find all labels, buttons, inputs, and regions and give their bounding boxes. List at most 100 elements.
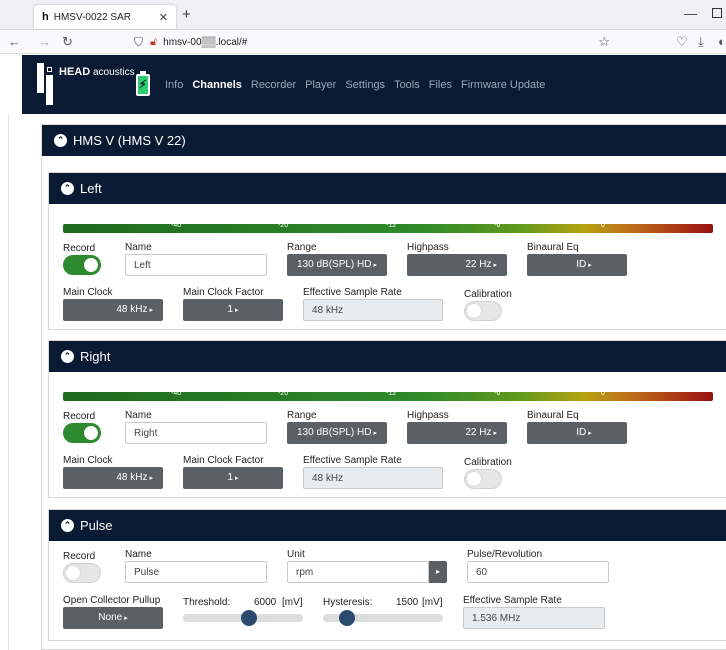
- calibration-toggle[interactable]: [464, 469, 502, 489]
- shield-icon[interactable]: ⛉: [134, 35, 143, 50]
- main-clock-dropdown[interactable]: 48 kHz ▸: [63, 299, 163, 321]
- meter-tick: -20: [278, 390, 289, 397]
- range-dropdown[interactable]: 130 dB(SPL) HD ▸: [287, 254, 387, 276]
- pocket-icon[interactable]: ♡: [676, 34, 688, 50]
- chevron-up-icon[interactable]: ⌃: [61, 519, 74, 532]
- meter-tick: -40: [171, 390, 182, 397]
- battery-charging-icon: ⚡︎: [136, 71, 150, 96]
- meter-tick: -6: [494, 390, 501, 397]
- main-clock-factor-label: Main Clock Factor: [183, 287, 264, 298]
- caret-right-icon: ▸: [124, 615, 128, 622]
- menu-settings[interactable]: Settings: [345, 79, 385, 91]
- menu-files[interactable]: Files: [429, 79, 452, 91]
- menu-firmware-update[interactable]: Firmware Update: [461, 79, 545, 91]
- logo-bar-icon: [37, 63, 44, 93]
- main-clock-dropdown[interactable]: 48 kHz ▸: [63, 467, 163, 489]
- main-clock-factor-value: 1: [227, 472, 234, 483]
- name-input[interactable]: Right: [125, 422, 267, 444]
- menu-recorder[interactable]: Recorder: [251, 79, 296, 91]
- channel-header-pulse[interactable]: ⌃ Pulse: [49, 510, 726, 541]
- browser-tab[interactable]: h HMSV-0022 SAR ✕: [34, 5, 176, 29]
- highpass-dropdown[interactable]: 22 Hz ▸: [407, 254, 507, 276]
- reload-icon[interactable]: ↻: [62, 34, 73, 50]
- effective-rate-label: Effective Sample Rate: [463, 595, 562, 606]
- window-minimize-icon[interactable]: —: [684, 6, 697, 21]
- highpass-value: 22 Hz: [465, 259, 492, 270]
- hysteresis-label: Hysteresis:: [323, 597, 373, 608]
- binaural-eq-dropdown[interactable]: ID ▸: [527, 422, 627, 444]
- name-input[interactable]: Left: [125, 254, 267, 276]
- range-dropdown[interactable]: 130 dB(SPL) HD ▸: [287, 422, 387, 444]
- caret-right-icon: ▸: [588, 430, 592, 437]
- chevron-up-icon[interactable]: ⌃: [61, 350, 74, 363]
- pulse-revolution-label: Pulse/Revolution: [467, 549, 543, 560]
- threshold-slider[interactable]: [183, 610, 303, 626]
- head-acoustics-logo[interactable]: HEAD acoustics: [37, 63, 135, 107]
- meter-tick: -12: [386, 222, 397, 229]
- channel-header-right[interactable]: ⌃ Right: [49, 341, 726, 372]
- extensions-icon[interactable]: ◐: [718, 34, 726, 49]
- menu-tools[interactable]: Tools: [394, 79, 420, 91]
- app-navbar: HEAD acoustics ⚡︎ Info Channels Recorder…: [22, 55, 726, 114]
- forward-arrow-icon[interactable]: →: [38, 34, 51, 49]
- download-icon[interactable]: ⤓: [698, 34, 704, 50]
- logo-text: HEAD acoustics: [59, 66, 135, 78]
- page-content: ⌃ HMS V (HMS V 22) ⌃ Left -40 -20 -12 -6…: [8, 114, 726, 650]
- threshold-unit: [mV]: [282, 597, 303, 608]
- device-header[interactable]: ⌃ HMS V (HMS V 22): [42, 125, 726, 156]
- effective-rate-field: 48 kHz: [303, 299, 443, 321]
- binaural-eq-dropdown[interactable]: ID ▸: [527, 254, 627, 276]
- address-bar[interactable]: ⛉ 🔓︎ hmsv-00▒▒.local/# ☆: [134, 32, 622, 52]
- device-card: ⌃ HMS V (HMS V 22) ⌃ Left -40 -20 -12 -6…: [41, 124, 726, 650]
- hysteresis-unit: [mV]: [422, 597, 443, 608]
- record-label: Record: [63, 411, 96, 422]
- main-menu: Info Channels Recorder Player Settings T…: [165, 79, 545, 91]
- main-clock-factor-label: Main Clock Factor: [183, 455, 264, 466]
- main-clock-factor-dropdown[interactable]: 1 ▸: [183, 467, 283, 489]
- name-input[interactable]: Pulse: [125, 561, 267, 583]
- new-tab-icon[interactable]: +: [182, 6, 191, 23]
- menu-info[interactable]: Info: [165, 79, 183, 91]
- caret-right-icon: ▸: [235, 307, 239, 314]
- name-label: Name: [125, 242, 152, 253]
- threshold-slider-handle[interactable]: [241, 610, 257, 626]
- insecure-lock-icon[interactable]: 🔓︎: [150, 36, 157, 49]
- site-favicon-icon: h: [42, 11, 49, 23]
- caret-right-icon: ▸: [235, 475, 239, 482]
- url-text[interactable]: hmsv-00▒▒.local/#: [163, 37, 247, 48]
- calibration-toggle[interactable]: [464, 301, 502, 321]
- channel-card-pulse: ⌃ Pulse Record Name Pulse Unit rpm ▸ Pul…: [48, 509, 726, 641]
- highpass-dropdown[interactable]: 22 Hz ▸: [407, 422, 507, 444]
- unit-select[interactable]: rpm: [287, 561, 429, 583]
- highpass-value: 22 Hz: [465, 427, 492, 438]
- record-toggle[interactable]: [63, 423, 101, 443]
- pulse-revolution-input[interactable]: 60: [467, 561, 609, 583]
- effective-rate-field: 1.536 MHz: [463, 607, 605, 629]
- bookmark-star-icon[interactable]: ☆: [598, 34, 610, 50]
- binaural-eq-value: ID: [576, 259, 587, 270]
- open-collector-dropdown[interactable]: None ▸: [63, 607, 163, 629]
- window-maximize-icon[interactable]: [712, 8, 722, 18]
- meter-tick: 0: [601, 222, 605, 229]
- back-arrow-icon[interactable]: ←: [8, 34, 21, 49]
- main-clock-factor-dropdown[interactable]: 1 ▸: [183, 299, 283, 321]
- channel-header-left[interactable]: ⌃ Left: [49, 173, 726, 204]
- chevron-up-icon[interactable]: ⌃: [54, 134, 67, 147]
- caret-right-icon: ▸: [373, 262, 377, 269]
- chevron-up-icon[interactable]: ⌃: [61, 182, 74, 195]
- hysteresis-slider-handle[interactable]: [339, 610, 355, 626]
- record-toggle[interactable]: [63, 563, 101, 583]
- name-label: Name: [125, 410, 152, 421]
- tab-close-icon[interactable]: ✕: [159, 11, 168, 24]
- caret-right-icon: ▸: [588, 262, 592, 269]
- channel-title: Pulse: [80, 518, 113, 533]
- record-toggle[interactable]: [63, 255, 101, 275]
- menu-channels[interactable]: Channels: [192, 79, 242, 91]
- highpass-label: Highpass: [407, 410, 449, 421]
- record-label: Record: [63, 243, 96, 254]
- calibration-label: Calibration: [464, 457, 512, 468]
- caret-right-icon[interactable]: ▸: [429, 561, 447, 583]
- menu-player[interactable]: Player: [305, 79, 336, 91]
- binaural-eq-value: ID: [576, 427, 587, 438]
- hysteresis-slider[interactable]: [323, 610, 443, 626]
